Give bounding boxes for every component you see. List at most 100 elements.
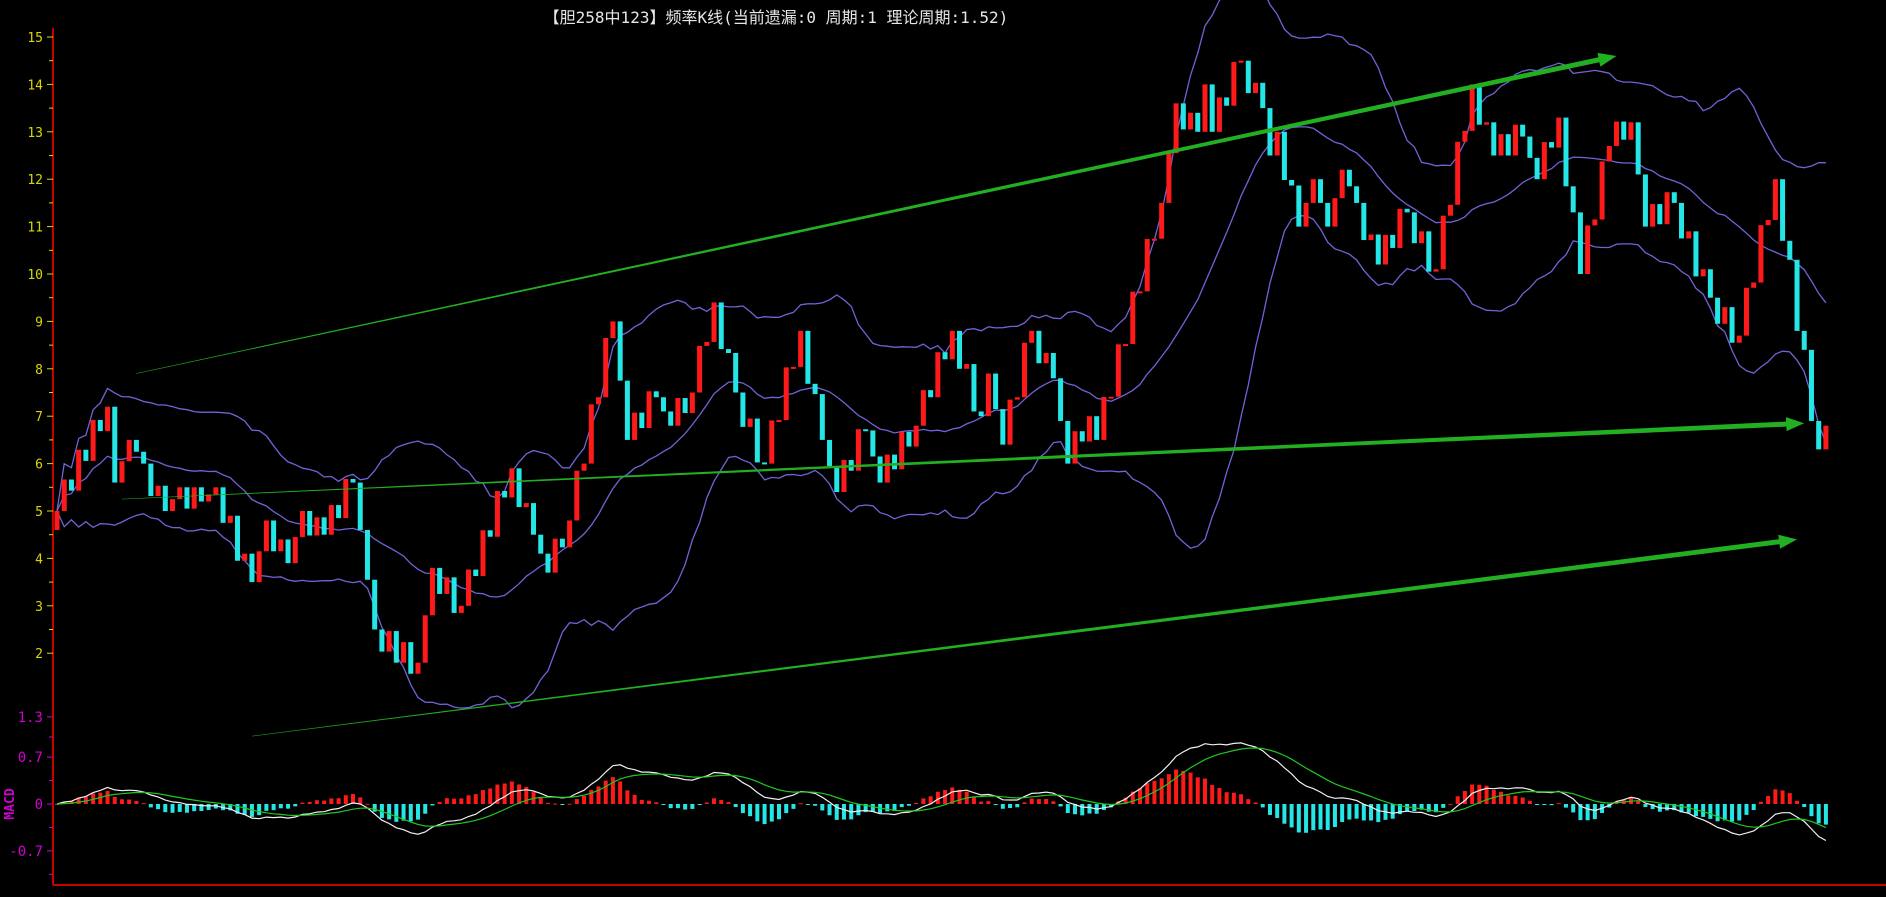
candle-up bbox=[1700, 269, 1706, 277]
macd-histogram-bar bbox=[603, 780, 608, 804]
candle-up bbox=[1772, 179, 1778, 220]
macd-histogram-bar bbox=[459, 798, 464, 804]
candle-up bbox=[1137, 291, 1143, 294]
price-tick-label: 9 bbox=[35, 315, 43, 330]
candle-up bbox=[1216, 97, 1222, 132]
macd-histogram-bar bbox=[1058, 804, 1063, 807]
candle-up bbox=[509, 468, 515, 498]
candle-up bbox=[1231, 61, 1237, 106]
candle-up bbox=[689, 392, 695, 414]
candle-up bbox=[769, 420, 775, 464]
candle-up bbox=[1043, 353, 1049, 364]
candle-down bbox=[307, 511, 313, 536]
macd-histogram-bar bbox=[1816, 804, 1821, 824]
macd-histogram-bar bbox=[170, 804, 175, 813]
candle-up bbox=[1188, 112, 1194, 130]
macd-histogram-bar bbox=[712, 798, 717, 804]
candle-down bbox=[1635, 122, 1641, 175]
candle-up bbox=[646, 391, 652, 429]
candle-up bbox=[1664, 192, 1670, 225]
candle-up bbox=[429, 567, 435, 616]
macd-histogram-bar bbox=[1087, 804, 1092, 814]
candle-down bbox=[184, 487, 190, 509]
macd-histogram-bar bbox=[582, 795, 587, 804]
candle-down bbox=[762, 462, 768, 465]
candle-down bbox=[1693, 231, 1699, 277]
candle-up bbox=[1556, 117, 1562, 148]
macd-histogram-bar bbox=[1224, 792, 1229, 804]
macd-histogram-bar bbox=[1166, 774, 1171, 804]
candle-down bbox=[393, 631, 399, 663]
candle-down bbox=[357, 482, 363, 530]
candle-down bbox=[978, 411, 984, 417]
candle-up bbox=[1151, 238, 1157, 241]
candle-down bbox=[653, 391, 659, 398]
macd-histogram-bar bbox=[1535, 804, 1540, 805]
macd-histogram-bar bbox=[444, 798, 449, 804]
frequency-kline-chart: 15 14 13 12 11 10 9 8 7 6 5 4 3 2 1.3 0.7 0 -0.7 MACD bbox=[3, 0, 1886, 886]
candle-down bbox=[1780, 179, 1786, 241]
candle-up bbox=[884, 454, 890, 483]
macd-histogram-bar bbox=[683, 804, 688, 810]
candle-down bbox=[379, 629, 385, 652]
price-tick-label: 3 bbox=[35, 600, 43, 615]
macd-histogram-bar bbox=[1231, 792, 1236, 804]
candle-down bbox=[133, 439, 139, 452]
macd-histogram-bar bbox=[1477, 784, 1482, 804]
candle-up bbox=[76, 449, 82, 491]
candle-up bbox=[1743, 287, 1749, 336]
macd-histogram-bar bbox=[632, 794, 637, 804]
candle-down bbox=[68, 479, 74, 491]
macd-histogram-bar bbox=[935, 791, 940, 804]
macd-histogram-bar bbox=[625, 790, 630, 804]
candle-up bbox=[263, 520, 269, 552]
macd-histogram-bar bbox=[639, 799, 644, 804]
macd-histogram-bar bbox=[914, 802, 919, 804]
macd-histogram-bar bbox=[1701, 804, 1706, 817]
macd-histogram-bar bbox=[1708, 804, 1713, 819]
macd-histogram-bar bbox=[372, 804, 377, 812]
candle-down bbox=[271, 520, 277, 552]
macd-histogram-bar bbox=[1506, 795, 1511, 804]
macd-histogram-bar bbox=[1195, 777, 1200, 804]
candle-up bbox=[1115, 344, 1121, 397]
candle-up bbox=[1159, 202, 1165, 239]
candle-down bbox=[321, 517, 327, 535]
candle-up bbox=[1447, 204, 1453, 216]
candle-up bbox=[177, 487, 183, 500]
candle-down bbox=[1260, 82, 1266, 109]
macd-histogram-bar bbox=[1325, 804, 1330, 831]
macd-histogram-bar bbox=[1499, 791, 1503, 804]
candle-up bbox=[1108, 396, 1114, 399]
candle-up bbox=[1585, 225, 1591, 274]
candle-up bbox=[711, 302, 717, 342]
candle-up bbox=[964, 364, 970, 369]
candle-up bbox=[1736, 335, 1742, 343]
candle-up bbox=[632, 412, 638, 440]
price-tick-label: 10 bbox=[27, 268, 43, 283]
candle-up bbox=[1455, 141, 1461, 205]
macd-histogram-bar bbox=[401, 804, 406, 821]
candle-down bbox=[863, 429, 869, 432]
candle-up bbox=[1419, 231, 1425, 244]
macd-histogram-bar bbox=[668, 804, 673, 809]
candle-up bbox=[949, 330, 955, 360]
macd-histogram-bar bbox=[1665, 804, 1670, 811]
candle-up bbox=[415, 662, 421, 674]
candle-down bbox=[516, 468, 522, 508]
macd-histogram-bar bbox=[697, 804, 702, 805]
candle-down bbox=[350, 479, 356, 483]
candle-down bbox=[1520, 124, 1526, 137]
trend-arrow bbox=[122, 417, 1805, 500]
macd-histogram-bar bbox=[480, 790, 485, 804]
candle-down bbox=[1787, 240, 1793, 260]
candle-up bbox=[790, 366, 796, 369]
candle-down bbox=[112, 406, 118, 483]
macd-histogram-bar bbox=[1722, 804, 1727, 821]
candle-up bbox=[444, 577, 450, 594]
price-tick-label: 6 bbox=[35, 458, 43, 473]
macd-histogram-bar bbox=[423, 804, 428, 814]
candle-up bbox=[1368, 234, 1374, 241]
candle-down bbox=[1245, 60, 1251, 94]
candle-up bbox=[170, 499, 176, 511]
